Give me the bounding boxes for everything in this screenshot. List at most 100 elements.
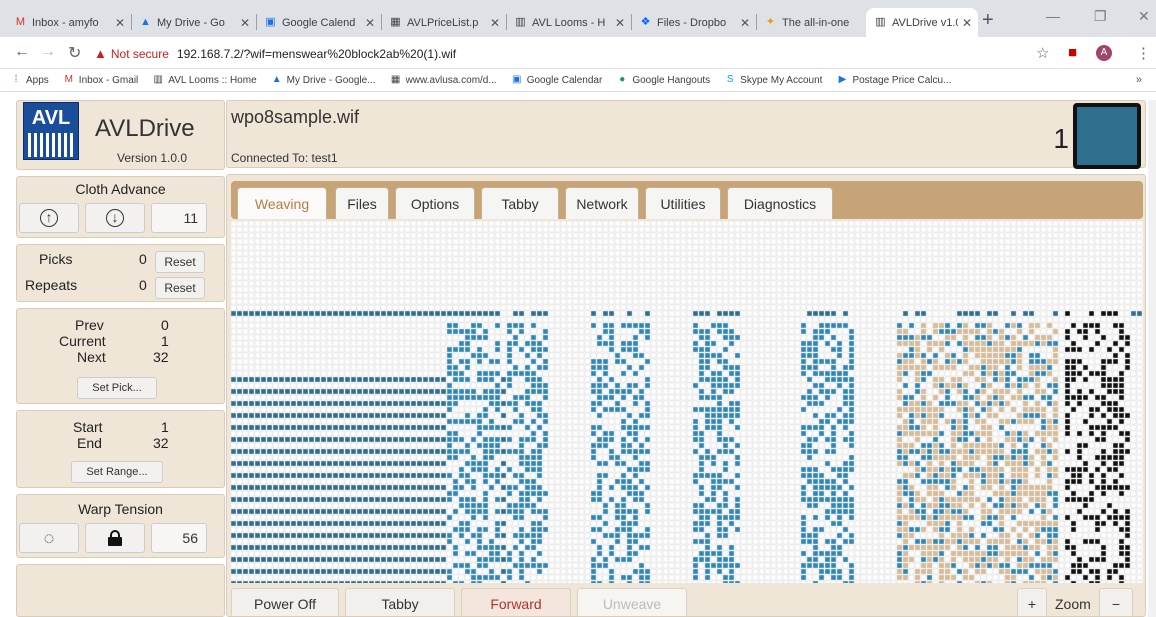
warning-icon: ▲	[94, 46, 107, 61]
tab-options[interactable]: Options	[395, 187, 475, 219]
browser-tab[interactable]: ▦ AVLPriceList.p ✕	[381, 8, 506, 37]
skype-icon: S	[726, 74, 734, 85]
browser-tab[interactable]: M Inbox - amyfo ✕	[6, 8, 131, 37]
picks-label: Picks	[39, 251, 73, 267]
tab-title: The all-in-one	[782, 16, 850, 29]
browser-tab[interactable]: ▥ AVLDrive v1.0 ✕	[866, 8, 978, 37]
new-tab-button[interactable]: +	[982, 9, 994, 32]
close-tab-icon[interactable]: ✕	[962, 16, 972, 30]
avldrive-app: AVL AVLDrive Version 1.0.0 Cloth Advance…	[10, 100, 1146, 617]
postage-icon: ▶	[838, 74, 847, 85]
calendar-icon: ▣	[511, 74, 522, 85]
profile-avatar[interactable]: A	[1096, 45, 1112, 61]
picks-reset-button[interactable]: Reset	[155, 251, 205, 273]
close-tab-icon[interactable]: ✕	[490, 16, 500, 30]
forward-button[interactable]: Forward	[461, 588, 571, 616]
range-panel: Start 1 End 32 Set Range...	[16, 410, 225, 488]
cloth-advance-value[interactable]: 11	[151, 203, 207, 233]
tab-files[interactable]: Files	[335, 187, 389, 219]
close-tab-icon[interactable]: ✕	[240, 16, 250, 30]
bookmark-label: Google Hangouts	[632, 74, 711, 86]
zoom-out-button[interactable]: −	[1099, 588, 1133, 616]
tab-title: Google Calend	[282, 16, 356, 29]
repeats-reset-button[interactable]: Reset	[155, 277, 205, 299]
bookmark-item[interactable]: S Skype My Account	[724, 74, 823, 86]
repeats-label: Repeats	[25, 277, 78, 293]
lock-icon	[108, 530, 122, 546]
address-row: ← → ↻ ▲ Not secure 192.168.7.2/?wif=mens…	[0, 37, 1156, 69]
warp-tension-value[interactable]: 56	[151, 523, 207, 553]
warp-lock-button[interactable]	[85, 523, 145, 553]
bookmark-label: Postage Price Calcu...	[852, 74, 952, 86]
cloth-advance-down-button[interactable]: ↓	[85, 203, 145, 233]
minimize-icon[interactable]: —	[1046, 8, 1060, 24]
close-window-icon[interactable]: ✕	[1138, 8, 1150, 25]
bookmark-item[interactable]: ⁞ Apps	[10, 74, 49, 86]
bookmark-item[interactable]: ● Google Hangouts	[616, 74, 710, 86]
browser-tab[interactable]: ▥ AVL Looms - H ✕	[506, 8, 631, 37]
tab-network[interactable]: Network	[565, 187, 639, 219]
browser-tab[interactable]: ✦The all-in-one✕	[756, 8, 881, 37]
menu-icon[interactable]: ⋮	[1136, 44, 1151, 62]
pdf-extension-icon[interactable]: ■	[1068, 44, 1077, 61]
close-tab-icon[interactable]: ✕	[115, 16, 125, 30]
bookmark-label: Apps	[26, 74, 49, 86]
file-name: wpo8sample.wif	[231, 107, 360, 127]
page-scrollbar[interactable]	[1148, 100, 1156, 617]
reload-icon[interactable]: ↻	[68, 43, 81, 63]
end-value: 32	[153, 435, 169, 451]
forward-icon[interactable]: →	[40, 43, 56, 61]
close-tab-icon[interactable]: ✕	[740, 16, 750, 30]
bookmark-item[interactable]: ▦ www.avlusa.com/d...	[390, 74, 497, 86]
tab-weaving[interactable]: Weaving	[237, 187, 327, 219]
cloth-advance-title: Cloth Advance	[75, 181, 166, 197]
bookmark-item[interactable]: ▥ AVL Looms :: Home	[152, 74, 257, 86]
back-icon[interactable]: ←	[14, 43, 30, 61]
calendar-icon: ▣	[265, 16, 276, 28]
set-pick-button[interactable]: Set Pick...	[77, 377, 157, 399]
bookmark-item[interactable]: ▣ Google Calendar	[511, 74, 603, 86]
dropbox-icon: ❖	[640, 16, 651, 28]
tab-title: My Drive - Go	[157, 16, 225, 29]
star-icon[interactable]: ☆	[1036, 44, 1049, 62]
tab-utilities[interactable]: Utilities	[645, 187, 721, 219]
set-range-button[interactable]: Set Range...	[71, 461, 163, 483]
bookmark-label: Google Calendar	[526, 74, 603, 86]
drive-icon: ▲	[140, 16, 151, 28]
empty-panel	[16, 564, 225, 617]
draft-grid[interactable]	[231, 221, 1143, 583]
bookmarks-more-icon[interactable]: »	[1136, 74, 1142, 86]
logo-panel: AVL AVLDrive Version 1.0.0	[16, 100, 225, 170]
bookmark-item[interactable]: ▶ Postage Price Calcu...	[836, 74, 952, 86]
grid-icon: ▦	[390, 16, 401, 28]
tab-diagnostics[interactable]: Diagnostics	[727, 187, 833, 219]
cloth-advance-up-button[interactable]: ↑	[19, 203, 79, 233]
unweave-button[interactable]: Unweave	[577, 588, 687, 616]
restore-icon[interactable]: ❐	[1094, 8, 1107, 25]
weave-draft-canvas[interactable]	[231, 221, 1143, 583]
logo-text: AVL	[31, 107, 71, 129]
grid-icon: ▦	[390, 74, 401, 85]
browser-tab[interactable]: ▲ My Drive - Go ✕	[131, 8, 256, 37]
omnibox[interactable]: ▲ Not secure 192.168.7.2/?wif=menswear%2…	[94, 42, 1064, 65]
url-text[interactable]: 192.168.7.2/?wif=menswear%20block2ab%20(…	[177, 47, 456, 61]
prev-label: Prev	[75, 317, 104, 333]
current-label: Current	[59, 333, 106, 349]
browser-tab[interactable]: ▣ Google Calend ✕	[256, 8, 381, 37]
prev-value: 0	[161, 317, 169, 333]
arrow-up-circle-icon: ↑	[40, 209, 58, 227]
close-tab-icon[interactable]: ✕	[365, 16, 375, 30]
power-off-button[interactable]: Power Off	[231, 588, 339, 616]
bookmark-item[interactable]: M Inbox - Gmail	[63, 74, 139, 86]
connection-status: Connected To: test1	[231, 151, 338, 165]
tab-tabby[interactable]: Tabby	[481, 187, 559, 219]
browser-tab[interactable]: ❖ Files - Dropbo ✕	[631, 8, 756, 37]
warp-release-button[interactable]: ◌	[19, 523, 79, 553]
bookmark-item[interactable]: ▲ My Drive - Google...	[271, 74, 376, 86]
warp-tension-title: Warp Tension	[78, 501, 163, 517]
tab-title: Files - Dropbo	[657, 16, 727, 29]
main-panel: Weaving Files Options Tabby Network Utilities…	[226, 174, 1146, 617]
close-tab-icon[interactable]: ✕	[615, 16, 625, 30]
tabby-button[interactable]: Tabby	[345, 588, 455, 616]
zoom-in-button[interactable]: +	[1017, 588, 1047, 616]
